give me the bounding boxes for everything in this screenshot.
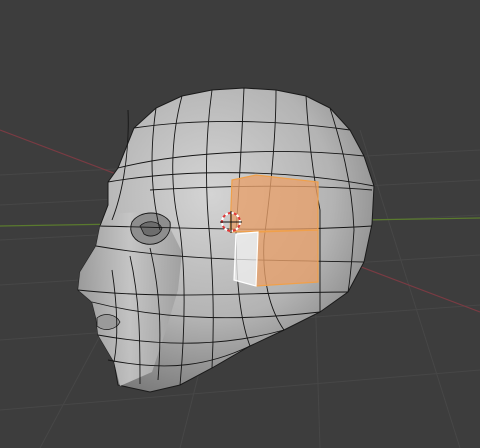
head-mesh[interactable]: [77, 87, 375, 393]
3d-viewport[interactable]: [0, 0, 480, 448]
selected-face-upper[interactable]: [229, 174, 319, 233]
active-face[interactable]: [233, 231, 259, 287]
viewport-canvas[interactable]: [0, 0, 480, 448]
selected-face-lower[interactable]: [255, 229, 319, 287]
